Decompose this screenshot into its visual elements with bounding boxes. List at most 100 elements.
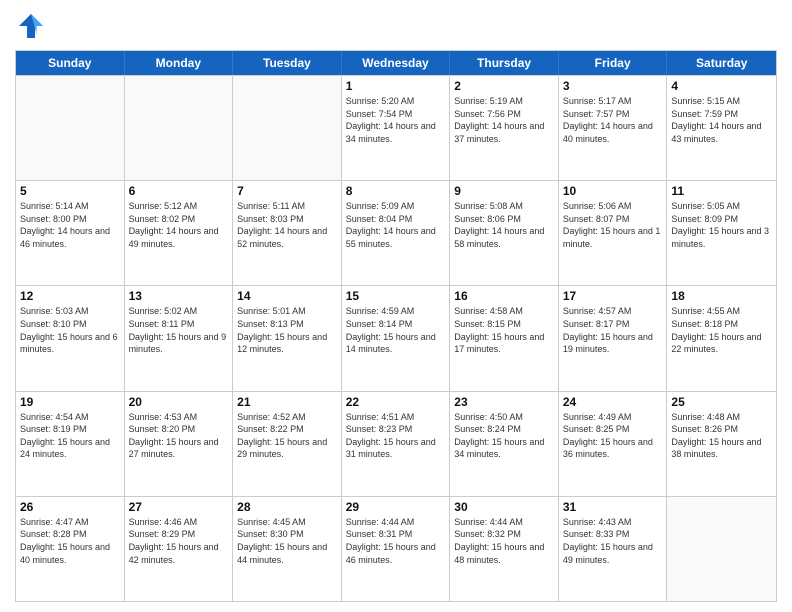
day-header-tuesday: Tuesday [233,51,342,75]
day-header-wednesday: Wednesday [342,51,451,75]
logo [15,10,51,42]
day-number: 6 [129,184,229,198]
cal-cell: 31 Sunrise: 4:43 AMSunset: 8:33 PMDayligh… [559,497,668,601]
day-number: 10 [563,184,663,198]
cal-cell: 30 Sunrise: 4:44 AMSunset: 8:32 PMDayligh… [450,497,559,601]
day-number: 5 [20,184,120,198]
cal-cell: 19 Sunrise: 4:54 AMSunset: 8:19 PMDayligh… [16,392,125,496]
cell-info: Sunrise: 4:48 AMSunset: 8:26 PMDaylight:… [671,411,772,461]
day-number: 25 [671,395,772,409]
cal-cell: 22Sunrise: 4:51 AMSunset: 8:23 PMDayligh… [342,392,451,496]
day-header-saturday: Saturday [667,51,776,75]
cal-cell: 18 Sunrise: 4:55 AMSunset: 8:18 PMDayligh… [667,286,776,390]
cell-info: Sunrise: 5:20 AMSunset: 7:54 PMDaylight:… [346,95,446,145]
day-number: 29 [346,500,446,514]
cell-info: Sunrise: 4:44 AMSunset: 8:32 PMDaylight:… [454,516,554,566]
cal-cell: 8 Sunrise: 5:09 AMSunset: 8:04 PMDaylight… [342,181,451,285]
week-row-5: 26Sunrise: 4:47 AMSunset: 8:28 PMDayligh… [16,496,776,601]
day-number: 30 [454,500,554,514]
cell-info: Sunrise: 4:43 AMSunset: 8:33 PMDaylight:… [563,516,663,566]
day-number: 9 [454,184,554,198]
cal-cell: 3Sunrise: 5:17 AMSunset: 7:57 PMDaylight… [559,76,668,180]
week-row-1: 1 Sunrise: 5:20 AMSunset: 7:54 PMDaylight… [16,75,776,180]
day-number: 23 [454,395,554,409]
cal-cell: 17 Sunrise: 4:57 AMSunset: 8:17 PMDayligh… [559,286,668,390]
cell-info: Sunrise: 4:57 AMSunset: 8:17 PMDaylight:… [563,305,663,355]
cell-info: Sunrise: 4:51 AMSunset: 8:23 PMDaylight:… [346,411,446,461]
cell-info: Sunrise: 5:08 AMSunset: 8:06 PMDaylight:… [454,200,554,250]
cal-cell [125,76,234,180]
cal-cell: 10 Sunrise: 5:06 AMSunset: 8:07 PMDayligh… [559,181,668,285]
page: SundayMondayTuesdayWednesdayThursdayFrid… [0,0,792,612]
cell-info: Sunrise: 5:01 AMSunset: 8:13 PMDaylight:… [237,305,337,355]
cell-info: Sunrise: 4:47 AMSunset: 8:28 PMDaylight:… [20,516,120,566]
cal-cell: 15Sunrise: 4:59 AMSunset: 8:14 PMDayligh… [342,286,451,390]
cell-info: Sunrise: 5:05 AMSunset: 8:09 PMDaylight:… [671,200,772,250]
cal-cell: 28 Sunrise: 4:45 AMSunset: 8:30 PMDayligh… [233,497,342,601]
day-header-sunday: Sunday [16,51,125,75]
cell-info: Sunrise: 4:52 AMSunset: 8:22 PMDaylight:… [237,411,337,461]
day-number: 20 [129,395,229,409]
cell-info: Sunrise: 5:09 AMSunset: 8:04 PMDaylight:… [346,200,446,250]
cal-cell [233,76,342,180]
day-number: 27 [129,500,229,514]
calendar-header: SundayMondayTuesdayWednesdayThursdayFrid… [16,51,776,75]
day-number: 28 [237,500,337,514]
cal-cell: 23 Sunrise: 4:50 AMSunset: 8:24 PMDayligh… [450,392,559,496]
day-number: 1 [346,79,446,93]
cal-cell: 29 Sunrise: 4:44 AMSunset: 8:31 PMDayligh… [342,497,451,601]
calendar: SundayMondayTuesdayWednesdayThursdayFrid… [15,50,777,602]
cal-cell: 13Sunrise: 5:02 AMSunset: 8:11 PMDayligh… [125,286,234,390]
day-number: 13 [129,289,229,303]
day-number: 12 [20,289,120,303]
cell-info: Sunrise: 4:55 AMSunset: 8:18 PMDaylight:… [671,305,772,355]
cal-cell: 12Sunrise: 5:03 AMSunset: 8:10 PMDayligh… [16,286,125,390]
cal-cell: 1 Sunrise: 5:20 AMSunset: 7:54 PMDaylight… [342,76,451,180]
calendar-body: 1 Sunrise: 5:20 AMSunset: 7:54 PMDaylight… [16,75,776,601]
cell-info: Sunrise: 4:44 AMSunset: 8:31 PMDaylight:… [346,516,446,566]
day-number: 16 [454,289,554,303]
cell-info: Sunrise: 4:53 AMSunset: 8:20 PMDaylight:… [129,411,229,461]
day-number: 18 [671,289,772,303]
day-number: 19 [20,395,120,409]
cell-info: Sunrise: 4:49 AMSunset: 8:25 PMDaylight:… [563,411,663,461]
cal-cell: 21 Sunrise: 4:52 AMSunset: 8:22 PMDayligh… [233,392,342,496]
week-row-4: 19 Sunrise: 4:54 AMSunset: 8:19 PMDayligh… [16,391,776,496]
cal-cell: 16 Sunrise: 4:58 AMSunset: 8:15 PMDayligh… [450,286,559,390]
day-header-thursday: Thursday [450,51,559,75]
cell-info: Sunrise: 4:46 AMSunset: 8:29 PMDaylight:… [129,516,229,566]
week-row-2: 5 Sunrise: 5:14 AMSunset: 8:00 PMDaylight… [16,180,776,285]
cal-cell: 7 Sunrise: 5:11 AMSunset: 8:03 PMDaylight… [233,181,342,285]
cal-cell: 27 Sunrise: 4:46 AMSunset: 8:29 PMDayligh… [125,497,234,601]
day-number: 31 [563,500,663,514]
cal-cell: 9 Sunrise: 5:08 AMSunset: 8:06 PMDaylight… [450,181,559,285]
day-number: 17 [563,289,663,303]
cell-info: Sunrise: 5:17 AMSunset: 7:57 PMDaylight:… [563,95,663,145]
cell-info: Sunrise: 5:06 AMSunset: 8:07 PMDaylight:… [563,200,663,250]
cell-info: Sunrise: 5:19 AMSunset: 7:56 PMDaylight:… [454,95,554,145]
cell-info: Sunrise: 5:15 AMSunset: 7:59 PMDaylight:… [671,95,772,145]
cal-cell: 5 Sunrise: 5:14 AMSunset: 8:00 PMDaylight… [16,181,125,285]
cal-cell [16,76,125,180]
day-number: 21 [237,395,337,409]
day-number: 7 [237,184,337,198]
cell-info: Sunrise: 4:45 AMSunset: 8:30 PMDaylight:… [237,516,337,566]
day-number: 24 [563,395,663,409]
cal-cell: 24 Sunrise: 4:49 AMSunset: 8:25 PMDayligh… [559,392,668,496]
day-header-friday: Friday [559,51,668,75]
cal-cell: 2Sunrise: 5:19 AMSunset: 7:56 PMDaylight… [450,76,559,180]
cal-cell: 6 Sunrise: 5:12 AMSunset: 8:02 PMDaylight… [125,181,234,285]
cell-info: Sunrise: 5:14 AMSunset: 8:00 PMDaylight:… [20,200,120,250]
cell-info: Sunrise: 5:12 AMSunset: 8:02 PMDaylight:… [129,200,229,250]
cell-info: Sunrise: 4:58 AMSunset: 8:15 PMDaylight:… [454,305,554,355]
day-number: 15 [346,289,446,303]
cal-cell [667,497,776,601]
cell-info: Sunrise: 4:50 AMSunset: 8:24 PMDaylight:… [454,411,554,461]
cal-cell: 11Sunrise: 5:05 AMSunset: 8:09 PMDayligh… [667,181,776,285]
cell-info: Sunrise: 5:11 AMSunset: 8:03 PMDaylight:… [237,200,337,250]
cal-cell: 20 Sunrise: 4:53 AMSunset: 8:20 PMDayligh… [125,392,234,496]
cal-cell: 14Sunrise: 5:01 AMSunset: 8:13 PMDayligh… [233,286,342,390]
day-number: 8 [346,184,446,198]
cell-info: Sunrise: 4:54 AMSunset: 8:19 PMDaylight:… [20,411,120,461]
cal-cell: 4Sunrise: 5:15 AMSunset: 7:59 PMDaylight… [667,76,776,180]
